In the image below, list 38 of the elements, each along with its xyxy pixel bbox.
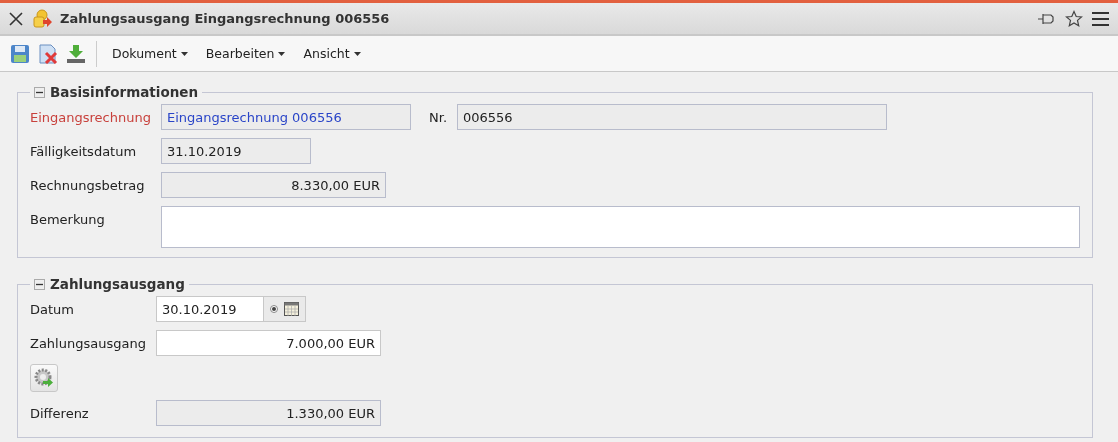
amount-field: 1.330,00 EUR [156, 400, 381, 426]
caret-icon [278, 51, 286, 56]
remark-field[interactable] [161, 206, 1080, 248]
delete-document-button[interactable] [38, 43, 58, 64]
number-field: 006556 [457, 104, 887, 130]
radio-dot-icon [270, 305, 278, 313]
calendar-button[interactable] [264, 296, 306, 322]
save-button[interactable] [10, 43, 30, 64]
download-button[interactable] [66, 43, 86, 64]
window-title: Zahlungsausgang Eingangsrechnung 006556 [60, 11, 391, 26]
menu-dropdown[interactable]: Dokument [107, 44, 193, 63]
field-label: Nr. [428, 109, 448, 125]
field-label: Eingangsrechnung [30, 109, 152, 125]
settings-button[interactable] [30, 364, 58, 392]
caret-icon [353, 51, 361, 56]
amount-field: 8.330,00 EUR [161, 172, 386, 198]
field-label: Rechnungsbetrag [30, 177, 146, 193]
coins-icon [32, 8, 52, 29]
field-label: Zahlungsausgang [30, 335, 147, 351]
section-title: Basisinformationen [50, 84, 199, 100]
favorite-button[interactable] [1065, 9, 1083, 28]
date-field: 31.10.2019 [161, 138, 311, 164]
amount-field[interactable]: 7.000,00 EUR [156, 330, 381, 356]
date-field[interactable]: 30.10.2019 [156, 296, 264, 322]
collapse-toggle[interactable] [34, 278, 45, 290]
invoice-link-field[interactable]: Eingangsrechnung 006556 [161, 104, 411, 130]
close-button[interactable] [8, 10, 24, 27]
field-label: Fälligkeitsdatum [30, 143, 138, 159]
menu-dropdown[interactable]: Bearbeiten [200, 44, 291, 63]
menu-button[interactable] [1091, 10, 1110, 27]
section-title: Zahlungsausgang [50, 276, 185, 292]
menu-dropdown[interactable]: Ansicht [298, 44, 366, 63]
collapse-toggle[interactable] [34, 86, 45, 98]
field-label: Differenz [30, 405, 90, 421]
calendar-icon [284, 302, 299, 316]
caret-icon [180, 51, 188, 56]
field-label: Bemerkung [30, 211, 106, 227]
field-label: Datum [30, 301, 75, 317]
